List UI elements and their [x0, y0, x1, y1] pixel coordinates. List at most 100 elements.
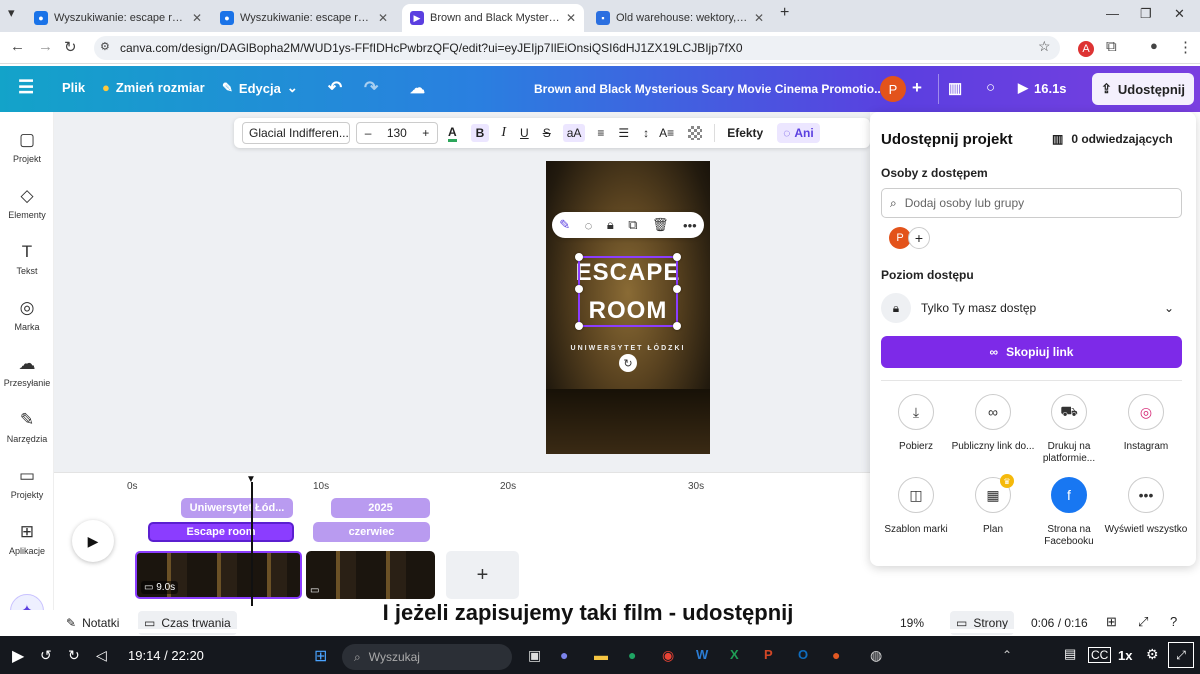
video-play-icon[interactable]: ▶ [12, 646, 24, 666]
duplicate-icon[interactable]: ⧉ [628, 217, 637, 233]
text-color-icon[interactable]: A [448, 125, 457, 142]
animate-button[interactable]: ◌ Ani [777, 123, 820, 143]
comment-add-icon[interactable]: ◌ [585, 218, 593, 233]
redo-icon[interactable]: ↷ [364, 78, 378, 98]
increase-size-icon[interactable]: + [422, 126, 429, 140]
truck-icon[interactable]: ⛟ [1051, 394, 1087, 430]
video-clip[interactable]: ▭ [306, 551, 435, 599]
cloud-sync-icon[interactable]: ☁ [410, 79, 425, 97]
back-icon[interactable]: ← [10, 38, 25, 55]
add-collaborator-icon[interactable]: + [912, 78, 922, 98]
template-icon[interactable]: ◫ [898, 477, 934, 513]
list-icon[interactable]: ☰ [618, 126, 629, 140]
add-page-button[interactable]: + [446, 551, 519, 599]
tray-chevron-icon[interactable]: ⌃ [1002, 648, 1012, 662]
close-icon[interactable]: ✕ [378, 11, 388, 25]
text-style-icon[interactable]: A≡ [659, 126, 674, 140]
app-icon[interactable]: ◍ [870, 647, 882, 664]
app-icon[interactable]: ● [832, 647, 840, 663]
trash-icon[interactable]: 🗑︎ [652, 217, 669, 233]
new-tab-button[interactable]: + [780, 4, 789, 22]
teams-icon[interactable]: ● [560, 647, 568, 663]
link-icon[interactable]: ∞ [975, 394, 1011, 430]
facebook-icon[interactable]: f [1051, 477, 1087, 513]
comment-icon[interactable]: ○ [986, 79, 995, 96]
maximize-icon[interactable]: ❐ [1140, 6, 1152, 22]
strikethrough-icon[interactable]: S [543, 126, 551, 140]
bookmark-star-icon[interactable]: ☆ [1038, 38, 1051, 55]
timeline-play-button[interactable]: ▶ [72, 520, 114, 562]
close-icon[interactable]: ✕ [566, 11, 576, 25]
letter-case-icon[interactable]: aA [562, 124, 586, 142]
design-title[interactable]: Brown and Black Mysterious Scary Movie C… [534, 82, 884, 96]
edit-mode-button[interactable]: ✎ Edycja ⌄ [222, 80, 298, 96]
browser-tab[interactable]: ▪ Old warehouse: wektory, zdjęc ✕ [588, 4, 772, 32]
insights-icon[interactable]: ▥ [948, 79, 962, 97]
resize-handle[interactable] [673, 253, 681, 261]
decrease-size-icon[interactable]: – [365, 126, 372, 140]
lock-icon[interactable]: 🔒︎ [607, 217, 614, 233]
video-clip[interactable]: ▭ 9.0s [135, 551, 302, 599]
text-track-pill[interactable]: Uniwersytet Łód... [181, 498, 293, 518]
menu-icon[interactable]: ☰ [18, 77, 34, 98]
close-window-icon[interactable]: ✕ [1174, 6, 1185, 22]
resize-button[interactable]: ● Zmień rozmiar [102, 80, 205, 95]
download-icon[interactable]: ⤓ [898, 394, 934, 430]
reload-icon[interactable]: ↻ [64, 38, 77, 56]
visitors-count[interactable]: ▥ 0 odwiedzających [1052, 132, 1173, 146]
volume-icon[interactable]: ◁ [96, 647, 107, 664]
selection-box[interactable] [575, 253, 681, 330]
sidebar-item-tekst[interactable]: T Tekst [0, 242, 54, 276]
access-level-select[interactable]: 🔒︎ Tylko Ty masz dostęp ⌄ [881, 290, 1182, 326]
instagram-icon[interactable]: ◎ [1128, 394, 1164, 430]
more-icon[interactable]: ••• [1128, 477, 1164, 513]
tab-list-icon[interactable]: ▾ [8, 5, 15, 21]
forward-icon[interactable]: → [38, 38, 53, 55]
option-see-all[interactable]: Wyświetl wszystko [1101, 524, 1191, 536]
resize-handle[interactable] [575, 322, 583, 330]
close-icon[interactable]: ✕ [754, 11, 764, 25]
add-people-input[interactable]: ⌕ Dodaj osoby lub grupy [881, 188, 1182, 218]
resize-handle[interactable] [575, 285, 583, 293]
transparency-icon[interactable] [688, 126, 703, 140]
italic-icon[interactable]: I [501, 125, 506, 141]
file-explorer-icon[interactable]: ▬ [594, 647, 608, 663]
excel-icon[interactable]: X [730, 647, 739, 662]
profile-icon[interactable]: ● [1150, 38, 1158, 53]
sidebar-item-narzedzia[interactable]: ✎ Narzędzia [0, 410, 54, 444]
poster-subtitle[interactable]: UNIWERSYTET ŁÓDZKI [546, 345, 710, 352]
rewind-10-icon[interactable]: ↺ [40, 647, 52, 664]
effects-button[interactable]: Efekty [727, 126, 763, 140]
underline-icon[interactable]: U [520, 126, 529, 140]
playback-speed[interactable]: 1x [1118, 648, 1132, 663]
cc-icon[interactable]: CC [1088, 647, 1112, 663]
sidebar-item-elementy[interactable]: ◇ Elementy [0, 186, 54, 220]
extensions-icon[interactable]: ⧉ [1106, 38, 1117, 55]
browser-menu-icon[interactable]: ⋮ [1178, 38, 1193, 56]
powerpoint-icon[interactable]: P [764, 647, 773, 662]
undo-icon[interactable]: ↶ [328, 78, 342, 98]
text-track-pill[interactable]: czerwiec [313, 522, 430, 542]
user-avatar[interactable]: P [880, 76, 906, 102]
forward-10-icon[interactable]: ↻ [68, 647, 80, 664]
browser-tab-active[interactable]: ▶ Brown and Black Mysterious Sc ✕ [402, 4, 584, 32]
windows-start-icon[interactable]: ⊞ [314, 646, 327, 666]
option-instagram[interactable]: Instagram [1101, 441, 1191, 453]
video-fullscreen-icon[interactable]: ⤢ [1168, 642, 1194, 668]
present-button[interactable]: ▶ 16.1s [1018, 80, 1067, 96]
resize-handle[interactable] [575, 253, 583, 261]
align-icon[interactable]: ≡ [597, 126, 604, 140]
playhead[interactable] [251, 482, 253, 606]
site-settings-icon[interactable]: ⚙ [100, 40, 110, 53]
close-icon[interactable]: ✕ [192, 11, 202, 25]
adblock-icon[interactable]: A [1078, 41, 1094, 57]
more-icon[interactable]: ••• [683, 218, 697, 233]
outlook-icon[interactable]: O [798, 647, 808, 662]
spacing-icon[interactable]: ↕ [643, 126, 649, 140]
resize-handle[interactable] [673, 322, 681, 330]
magic-edit-icon[interactable]: ✎ [559, 217, 570, 233]
playhead-handle-icon[interactable]: ▼ [246, 474, 256, 485]
bold-icon[interactable]: B [470, 124, 490, 142]
taskbar-search[interactable]: ⌕ Wyszukaj [342, 644, 512, 670]
copy-link-button[interactable]: ∞ Skopiuj link [881, 336, 1182, 368]
